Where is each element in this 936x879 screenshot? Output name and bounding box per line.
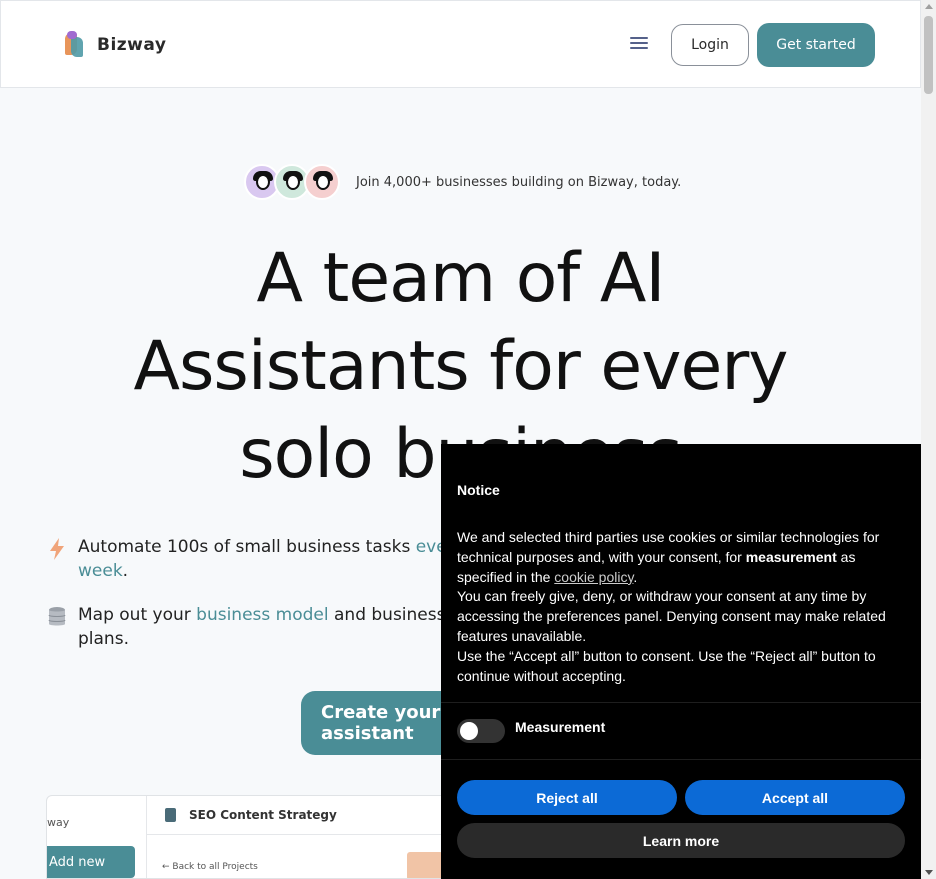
cookie-policy-link[interactable]: cookie policy: [554, 569, 633, 585]
page-scrollbar[interactable]: [921, 0, 936, 879]
notice-bold: measurement: [745, 548, 837, 565]
feature-highlight: business model: [196, 605, 329, 625]
get-started-button[interactable]: Get started: [757, 23, 875, 67]
learn-more-button[interactable]: Learn more: [457, 823, 905, 858]
measurement-toggle[interactable]: [457, 719, 505, 743]
project-title: SEO Content Strategy: [189, 808, 337, 822]
social-proof: Join 4,000+ businesses building on Bizwa…: [244, 164, 681, 200]
social-proof-text: Join 4,000+ businesses building on Bizwa…: [356, 174, 682, 190]
app-preview: way Add new SEO Content Strategy ← Back …: [46, 795, 466, 879]
database-icon: [48, 605, 66, 651]
scrollbar-thumb[interactable]: [924, 16, 933, 94]
feature-text: Map out your: [78, 605, 197, 625]
notice-body: We and selected third parties use cookie…: [457, 528, 897, 686]
scroll-up-arrow-icon[interactable]: [925, 4, 933, 9]
site-header: Bizway Login Get started: [0, 0, 921, 88]
login-button[interactable]: Login: [671, 24, 749, 66]
feature-text-end: .: [122, 561, 129, 581]
preview-sidebar: way Add new: [47, 796, 147, 878]
measurement-label: Measurement: [515, 719, 606, 735]
notice-text: Use the “Accept all” button to consent. …: [457, 647, 876, 684]
preview-orange-block: [407, 852, 443, 878]
back-to-projects-link: ← Back to all Projects: [162, 862, 258, 872]
brand-name: Bizway: [97, 35, 167, 55]
avatar: [304, 164, 340, 200]
bolt-icon: [48, 537, 66, 583]
feature-text: Automate 100s of small business tasks: [78, 537, 416, 557]
accept-all-button[interactable]: Accept all: [685, 780, 905, 815]
bizway-logo-icon: [63, 31, 85, 59]
preview-sidebar-text: way: [47, 816, 70, 829]
notice-title: Notice: [457, 482, 500, 498]
notice-text: .: [633, 568, 638, 585]
feature-list: Automate 100s of small business tasks ev…: [48, 535, 468, 671]
reject-all-button[interactable]: Reject all: [457, 780, 677, 815]
feature-item: Automate 100s of small business tasks ev…: [48, 535, 468, 583]
brand-logo[interactable]: Bizway: [63, 31, 166, 59]
add-new-button: Add new: [47, 846, 135, 878]
document-icon: [165, 808, 176, 822]
hamburger-menu-icon[interactable]: [630, 37, 648, 51]
headline-line: A team of AI: [256, 239, 666, 318]
notice-text: You can freely give, deny, or withdraw y…: [457, 588, 886, 644]
headline-line: Assistants for every: [133, 327, 788, 406]
cookie-notice: Notice We and selected third parties use…: [441, 444, 921, 879]
feature-item: Map out your business model and business…: [48, 603, 468, 651]
scroll-down-arrow-icon[interactable]: [925, 870, 933, 875]
